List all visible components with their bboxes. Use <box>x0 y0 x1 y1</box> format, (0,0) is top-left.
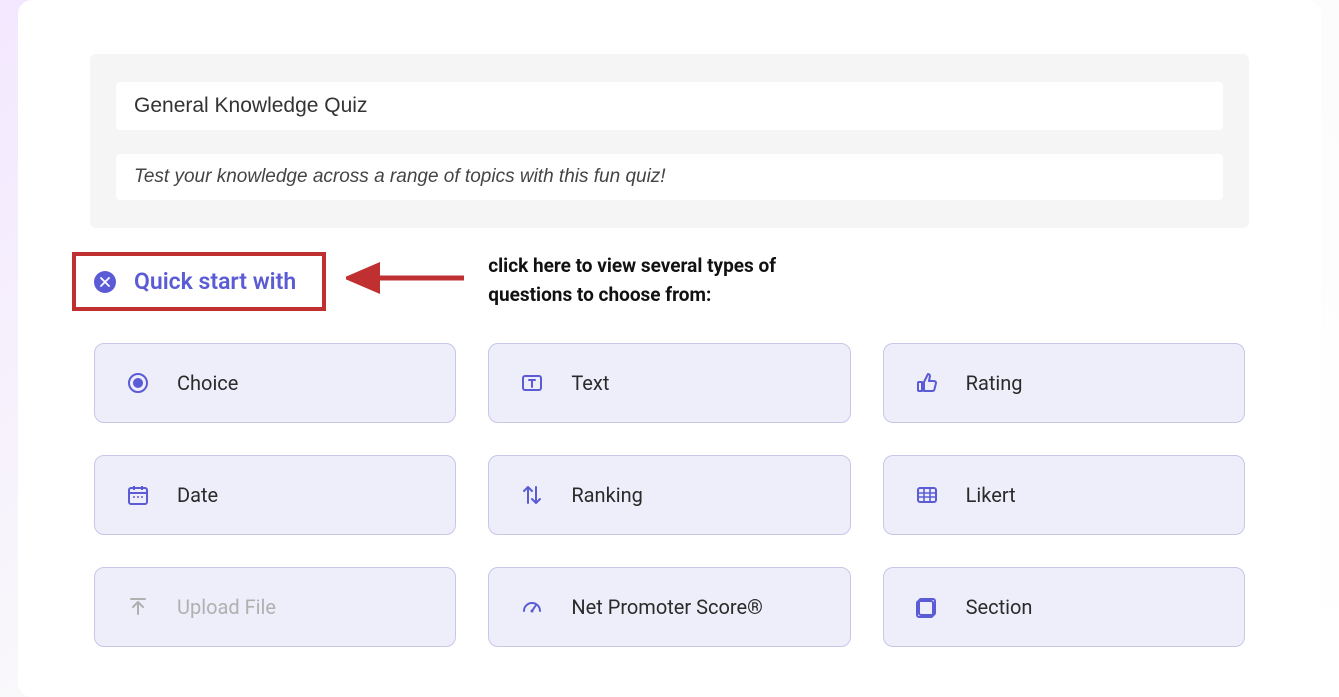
question-type-label: Section <box>966 595 1033 619</box>
question-type-grid: Choice Text Rating Date Ranking Likert Upload … <box>90 343 1249 647</box>
question-type-text[interactable]: Text <box>488 343 850 423</box>
question-type-label: Text <box>571 371 609 395</box>
upload-icon <box>125 594 151 620</box>
quickstart-button[interactable]: Quick start with <box>72 252 326 311</box>
question-type-choice[interactable]: Choice <box>94 343 456 423</box>
question-type-likert[interactable]: Likert <box>883 455 1245 535</box>
question-type-ranking[interactable]: Ranking <box>488 455 850 535</box>
close-icon <box>94 271 116 293</box>
question-type-section[interactable]: Section <box>883 567 1245 647</box>
question-type-label: Net Promoter Score® <box>571 595 762 619</box>
form-builder-canvas: Quick start with click here to view seve… <box>18 0 1321 697</box>
form-description-input[interactable] <box>116 154 1223 200</box>
annotation-arrow-icon <box>346 260 466 300</box>
quickstart-row: Quick start with click here to view seve… <box>90 252 1249 311</box>
arrows-up-down-icon <box>519 482 545 508</box>
form-header-block <box>90 54 1249 228</box>
question-type-net-promoter-score-[interactable]: Net Promoter Score® <box>488 567 850 647</box>
question-type-label: Date <box>177 483 218 507</box>
question-type-rating[interactable]: Rating <box>883 343 1245 423</box>
gauge-icon <box>519 594 545 620</box>
question-type-date[interactable]: Date <box>94 455 456 535</box>
section-icon <box>914 594 940 620</box>
question-type-label: Ranking <box>571 483 643 507</box>
grid-icon <box>914 482 940 508</box>
form-title-input[interactable] <box>116 82 1223 130</box>
quickstart-label: Quick start with <box>134 268 296 295</box>
radio-icon <box>125 370 151 396</box>
question-type-label: Rating <box>966 371 1023 395</box>
annotation-text: click here to view several types of ques… <box>488 252 828 309</box>
question-type-label: Upload File <box>177 595 276 619</box>
question-type-upload-file[interactable]: Upload File <box>94 567 456 647</box>
calendar-icon <box>125 482 151 508</box>
question-type-label: Choice <box>177 371 238 395</box>
text-icon <box>519 370 545 396</box>
thumbs-up-icon <box>914 370 940 396</box>
question-type-label: Likert <box>966 483 1016 507</box>
